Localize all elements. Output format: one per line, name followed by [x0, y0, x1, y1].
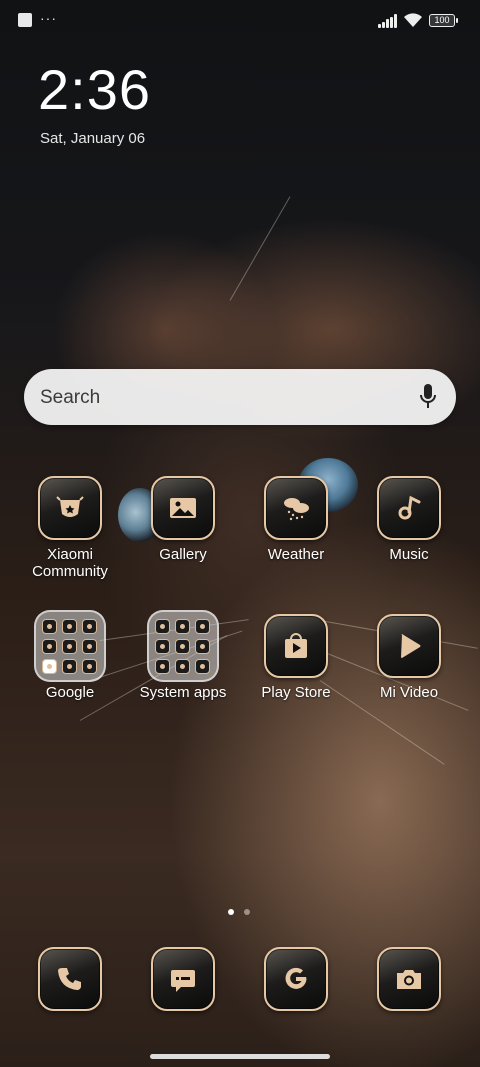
app-play-store[interactable]: Play Store	[241, 614, 351, 701]
folder-system-apps[interactable]: System apps	[128, 610, 238, 701]
page-dot-active[interactable]	[228, 909, 234, 915]
navigation-handle[interactable]	[150, 1054, 330, 1059]
page-dot[interactable]	[244, 909, 250, 915]
app-label: Xiaomi Community	[32, 546, 108, 580]
notification-icon	[18, 13, 32, 27]
google-icon	[264, 947, 328, 1011]
app-gallery[interactable]: Gallery	[128, 476, 238, 563]
date[interactable]: Sat, January 06	[40, 130, 145, 147]
phone-icon	[38, 947, 102, 1011]
dock-camera[interactable]	[354, 947, 464, 1011]
weather-icon	[264, 476, 328, 540]
play-store-icon	[264, 614, 328, 678]
messages-icon	[151, 947, 215, 1011]
microphone-icon[interactable]	[418, 383, 438, 411]
gallery-icon	[151, 476, 215, 540]
google-folder-icon	[34, 610, 106, 682]
status-bar: ··· 100	[0, 0, 480, 42]
dock-google[interactable]	[241, 947, 351, 1011]
app-xiaomi-community[interactable]: Xiaomi Community	[15, 476, 125, 580]
camera-icon	[377, 947, 441, 1011]
clock[interactable]: 2:36	[38, 60, 151, 120]
whisker	[229, 196, 291, 301]
folder-google[interactable]: Google	[15, 610, 125, 701]
app-mi-video[interactable]: Mi Video	[354, 614, 464, 701]
app-music[interactable]: Music	[354, 476, 464, 563]
dock-messages[interactable]	[128, 947, 238, 1011]
dock-phone[interactable]	[15, 947, 125, 1011]
mi-video-icon	[377, 614, 441, 678]
search-bar[interactable]	[24, 369, 456, 427]
wifi-icon	[404, 13, 422, 27]
more-notifications-icon: ···	[40, 10, 57, 26]
app-label: Google	[45, 684, 95, 701]
system-apps-folder-icon	[147, 610, 219, 682]
app-label: Music	[389, 546, 429, 563]
battery-icon: 100	[429, 14, 458, 27]
app-label: Weather	[267, 546, 325, 563]
app-label: Play Store	[261, 684, 331, 701]
app-label: Mi Video	[379, 684, 439, 701]
app-weather[interactable]: Weather	[241, 476, 351, 563]
app-label: System apps	[139, 684, 227, 701]
search-input[interactable]	[38, 369, 382, 427]
app-label: Gallery	[159, 546, 207, 563]
xiaomi-community-icon	[38, 476, 102, 540]
music-icon	[377, 476, 441, 540]
signal-icon	[378, 14, 398, 28]
